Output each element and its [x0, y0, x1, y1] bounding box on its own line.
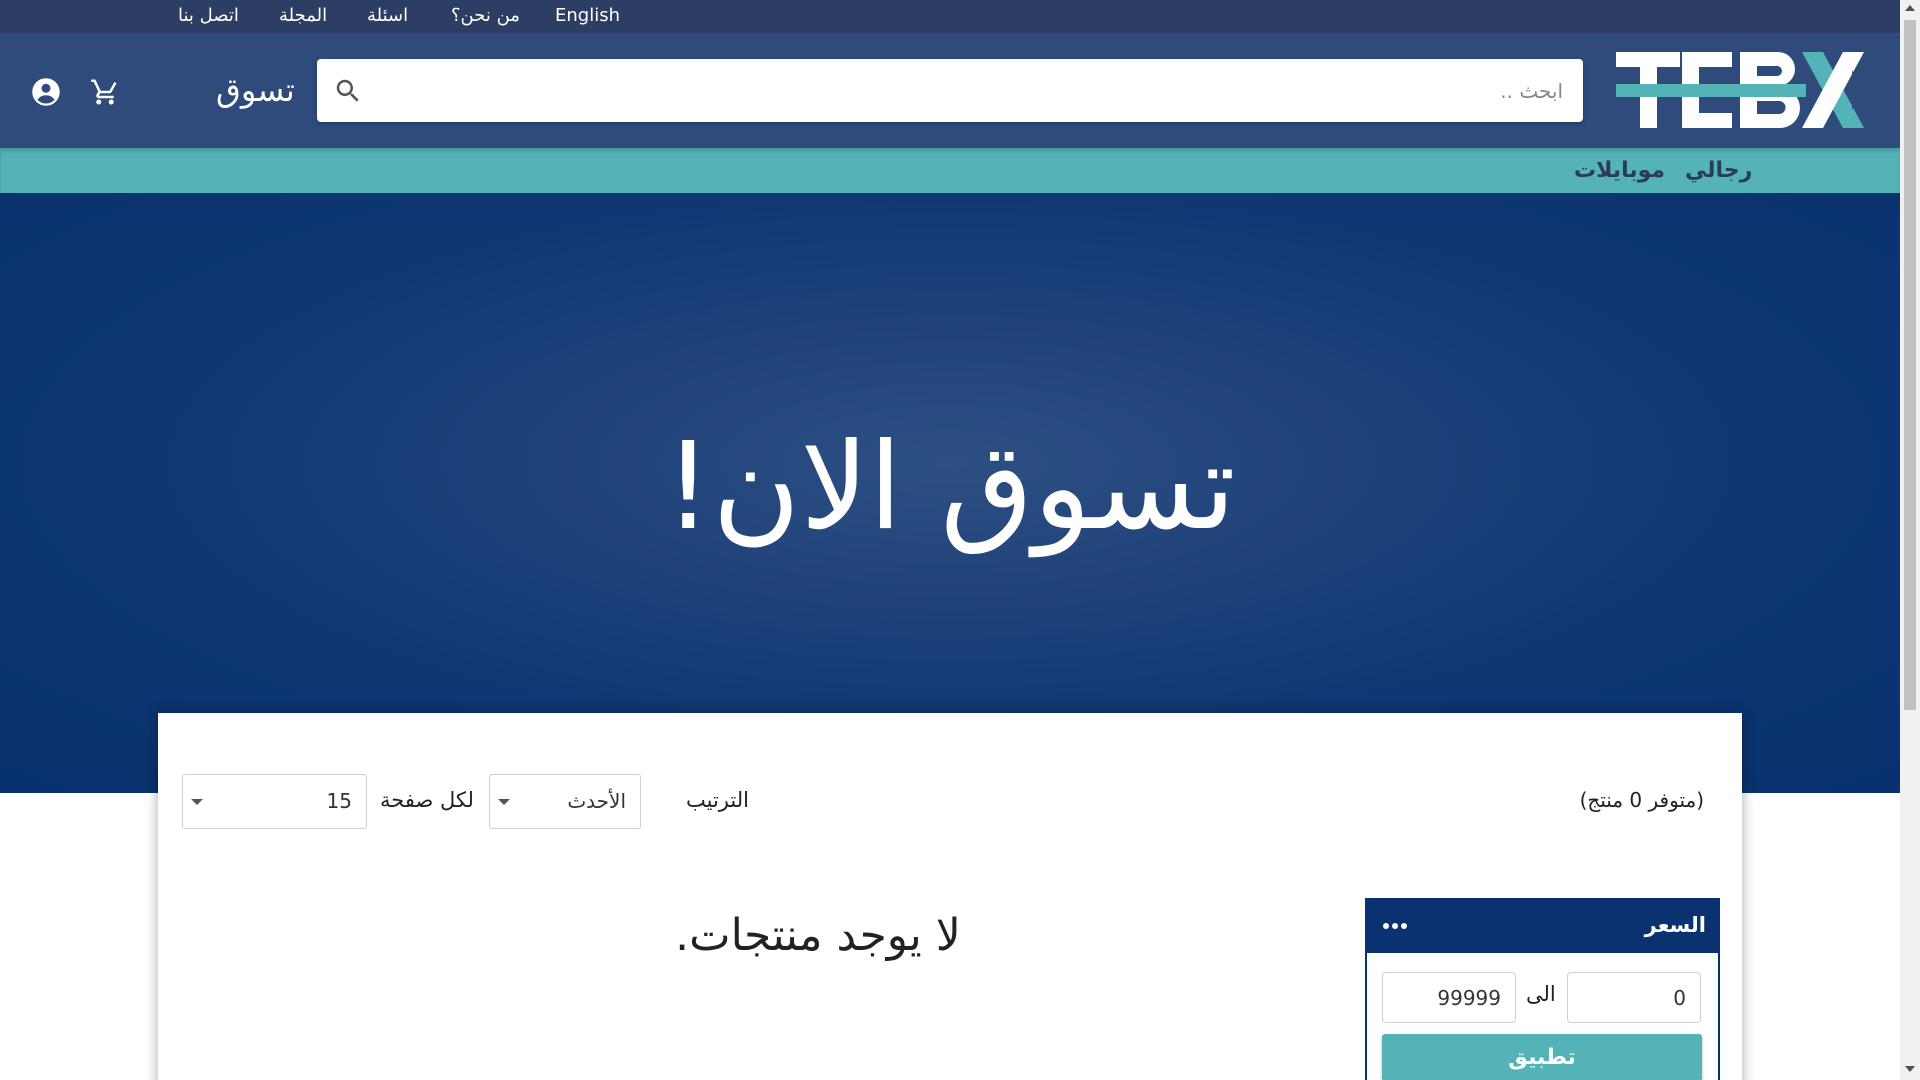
- sort-label: الترتيب: [686, 788, 749, 812]
- price-max-input[interactable]: [1382, 972, 1516, 1023]
- per-page-select[interactable]: 15: [182, 774, 367, 829]
- cart-button[interactable]: [88, 75, 122, 109]
- main-header: تسوق: [0, 33, 1900, 148]
- about-us-link[interactable]: من نحن؟: [451, 0, 520, 33]
- chevron-down-icon: [191, 799, 203, 805]
- per-page-value: 15: [326, 789, 352, 813]
- search-icon[interactable]: [333, 76, 363, 106]
- products-card: (متوفر 0 منتج) الترتيب الأحدث لكل صفحة 1…: [158, 713, 1742, 1080]
- per-page-label: لكل صفحة: [380, 788, 474, 812]
- price-to-label: الى: [1526, 982, 1556, 1006]
- scroll-up-icon[interactable]: [1905, 5, 1915, 11]
- scroll-thumb[interactable]: [1904, 20, 1916, 710]
- account-circle-icon: [32, 78, 60, 106]
- faq-link[interactable]: اسئلة: [367, 0, 408, 33]
- top-utility-bar: English من نحن؟ اسئلة المجلة اتصل بنا: [0, 0, 1900, 33]
- language-link-english[interactable]: English: [555, 0, 620, 33]
- sort-value: الأحدث: [567, 789, 626, 813]
- search-bar: [317, 59, 1583, 122]
- chevron-down-icon: [498, 799, 510, 805]
- empty-results-message: لا يوجد منتجات.: [675, 910, 961, 961]
- magazine-link[interactable]: المجلة: [279, 0, 327, 33]
- logo-graphic: [1616, 52, 1864, 128]
- price-filter-panel: السعر الى تطبيق: [1365, 898, 1720, 1080]
- page-scrollbar[interactable]: [1900, 0, 1920, 1080]
- category-bar: رجالي موبايلات: [0, 148, 1900, 193]
- sort-select[interactable]: الأحدث: [489, 774, 641, 829]
- product-count: (متوفر 0 منتج): [1579, 788, 1704, 812]
- scroll-down-icon[interactable]: [1905, 1066, 1915, 1072]
- more-horizontal-icon[interactable]: [1383, 923, 1407, 929]
- price-min-input[interactable]: [1567, 972, 1701, 1023]
- hero-title: تسوق الان!: [664, 418, 1236, 557]
- shopping-cart-icon: [91, 79, 117, 105]
- price-filter-header: السعر: [1367, 900, 1718, 953]
- category-men[interactable]: رجالي: [1685, 148, 1752, 193]
- account-button[interactable]: [29, 75, 63, 109]
- price-filter-title: السعر: [1644, 913, 1706, 937]
- search-input[interactable]: [377, 59, 1563, 122]
- shop-link[interactable]: تسوق: [216, 63, 295, 118]
- hero-banner: تسوق الان!: [0, 193, 1900, 793]
- category-mobiles[interactable]: موبايلات: [1574, 148, 1665, 193]
- tebx-logo[interactable]: [1612, 46, 1868, 136]
- apply-price-button[interactable]: تطبيق: [1382, 1034, 1702, 1080]
- contact-us-link[interactable]: اتصل بنا: [178, 0, 239, 33]
